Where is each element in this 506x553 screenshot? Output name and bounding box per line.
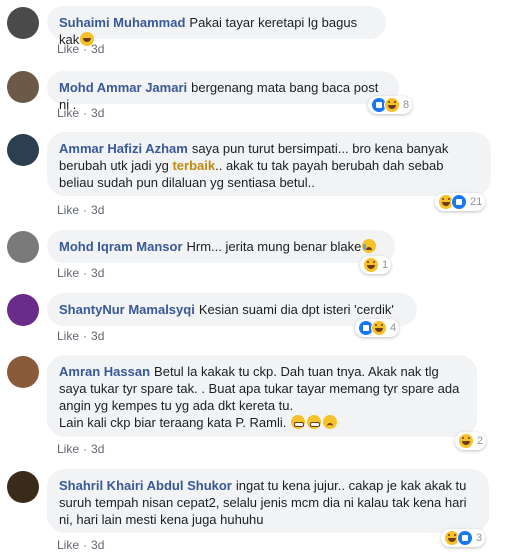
timestamp[interactable]: 3d <box>91 442 104 456</box>
timestamp[interactable]: 3d <box>91 42 104 56</box>
comment-meta: Like · 3d <box>57 106 104 120</box>
timestamp[interactable]: 3d <box>91 106 104 120</box>
comment-author[interactable]: Amran Hassan <box>59 364 150 379</box>
separator: · <box>83 42 88 56</box>
like-link[interactable]: Like <box>57 42 79 56</box>
avatar[interactable] <box>7 7 39 39</box>
comment-bubble: Mohd Ammar Jamari bergenang mata bang bac… <box>47 71 399 112</box>
grin-emoji-icon <box>291 415 306 429</box>
reaction-count: 21 <box>470 196 483 208</box>
separator: · <box>83 106 88 120</box>
sad-emoji-icon <box>323 415 338 429</box>
comment-meta: Like · 3d <box>57 266 104 280</box>
like-reaction-icon <box>451 194 467 210</box>
haha-reaction-icon <box>371 320 387 336</box>
like-link[interactable]: Like <box>57 538 79 552</box>
comment-meta: Like · 3d <box>57 442 104 456</box>
haha-reaction-icon <box>384 97 400 113</box>
like-link[interactable]: Like <box>57 442 79 456</box>
highlighted-word: terbaik <box>172 158 216 173</box>
comment-meta: Like · 3d <box>57 42 104 56</box>
comment-author[interactable]: ShantyNur Mamalsyqi <box>59 302 195 317</box>
comment-bubble: Shahril Khairi Abdul Shukor ingat tu kena… <box>47 469 489 533</box>
avatar[interactable] <box>7 231 39 263</box>
avatar[interactable] <box>7 134 39 166</box>
reaction-summary[interactable]: 21 <box>435 193 486 211</box>
haha-reaction-icon <box>458 433 474 449</box>
crying-emoji-icon <box>362 239 377 253</box>
reaction-summary[interactable]: 2 <box>455 432 487 450</box>
comment-meta: Like · 3d <box>57 538 104 552</box>
reaction-count: 4 <box>390 322 397 334</box>
timestamp[interactable]: 3d <box>91 538 104 552</box>
grin-emoji-icon <box>307 415 322 429</box>
timestamp[interactable]: 3d <box>91 329 104 343</box>
comment-author[interactable]: Ammar Hafizi Azham <box>59 141 188 156</box>
comment-meta: Like · 3d <box>57 329 104 343</box>
comment-bubble: Suhaimi Muhammad Pakai tayar keretapi lg … <box>47 6 386 47</box>
haha-reaction-icon <box>363 257 379 273</box>
like-link[interactable]: Like <box>57 329 79 343</box>
avatar[interactable] <box>7 471 39 503</box>
comment-meta: Like · 3d <box>57 203 104 217</box>
timestamp[interactable]: 3d <box>91 266 104 280</box>
comment-author[interactable]: Mohd Ammar Jamari <box>59 80 187 95</box>
like-link[interactable]: Like <box>57 266 79 280</box>
comment-author[interactable]: Mohd Iqram Mansor <box>59 239 183 254</box>
like-link[interactable]: Like <box>57 203 79 217</box>
separator: · <box>83 266 88 280</box>
comment-bubble: Ammar Hafizi Azham saya pun turut bersimp… <box>47 132 491 196</box>
reaction-count: 3 <box>476 532 483 544</box>
reaction-summary[interactable]: 4 <box>355 319 400 337</box>
comment-bubble: Mohd Iqram Mansor Hrm... jerita mung bena… <box>47 230 395 263</box>
avatar[interactable] <box>7 71 39 103</box>
comment-text: Hrm... jerita mung benar blake <box>186 239 362 254</box>
avatar[interactable] <box>7 356 39 388</box>
separator: · <box>83 538 88 552</box>
comment-author[interactable]: Shahril Khairi Abdul Shukor <box>59 478 232 493</box>
reaction-count: 1 <box>382 259 389 271</box>
reaction-summary[interactable]: 1 <box>360 256 392 274</box>
reaction-count: 8 <box>403 99 410 111</box>
comment-author[interactable]: Suhaimi Muhammad <box>59 15 185 30</box>
separator: · <box>83 203 88 217</box>
separator: · <box>83 442 88 456</box>
timestamp[interactable]: 3d <box>91 203 104 217</box>
avatar[interactable] <box>7 294 39 326</box>
like-link[interactable]: Like <box>57 106 79 120</box>
like-reaction-icon <box>457 530 473 546</box>
comment-bubble: Amran Hassan Betul la kakak tu ckp. Dah t… <box>47 355 477 437</box>
reaction-summary[interactable]: 8 <box>368 96 413 114</box>
reaction-summary[interactable]: 3 <box>441 529 486 547</box>
comment-text-line2: Lain kali ckp biar teraang kata P. Ramli… <box>59 415 287 430</box>
comment-text: Kesian suami dia dpt isteri 'cerdik' <box>198 302 394 317</box>
reaction-count: 2 <box>477 435 484 447</box>
separator: · <box>83 329 88 343</box>
